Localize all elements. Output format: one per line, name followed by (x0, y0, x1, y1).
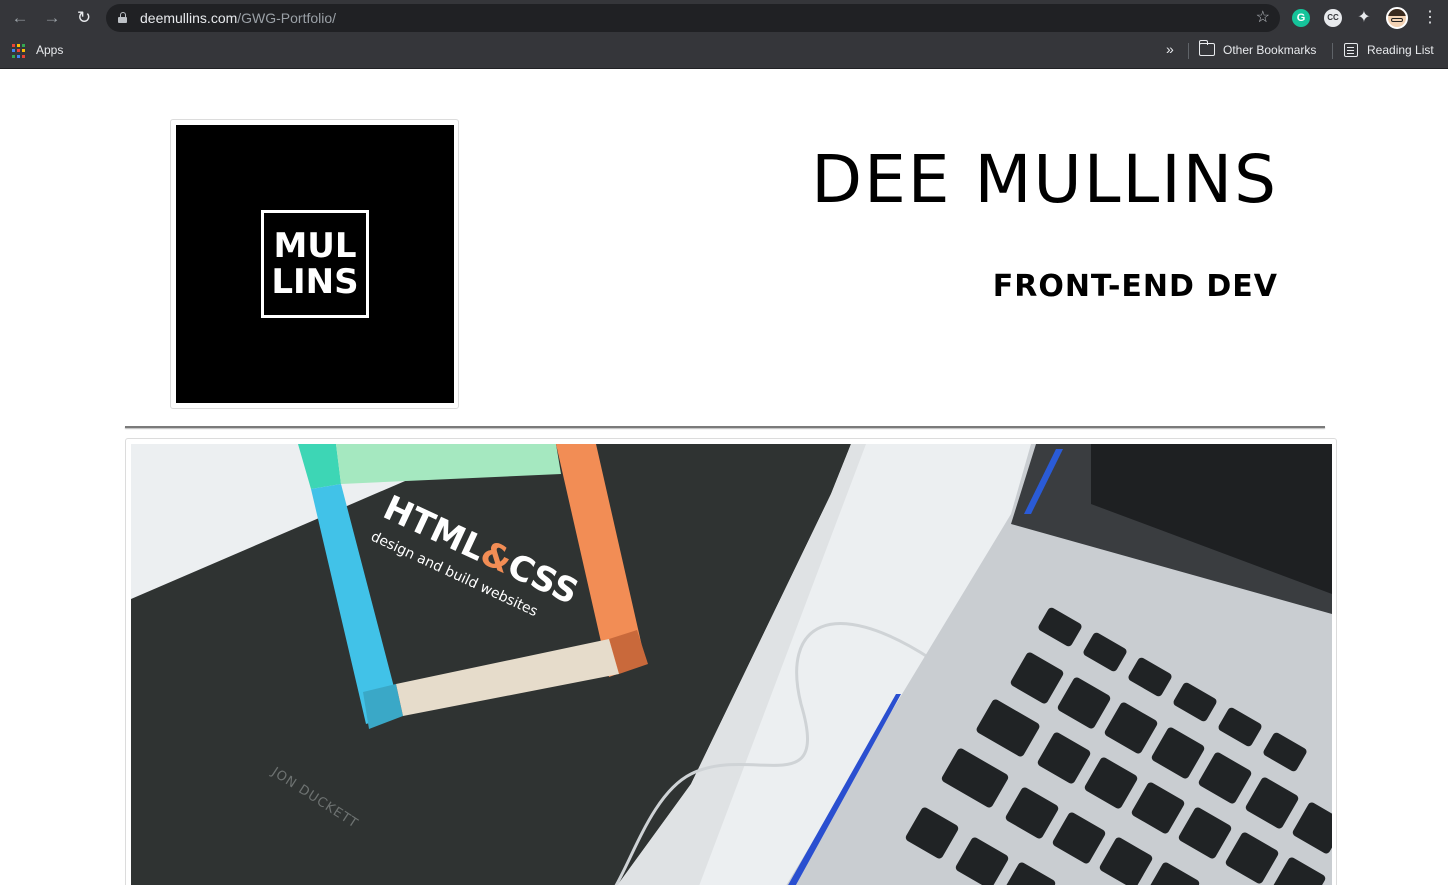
reload-icon: ↻ (76, 8, 92, 27)
bookmark-star-button[interactable]: ☆ (1256, 9, 1270, 27)
folder-icon (1198, 40, 1215, 56)
lock-icon[interactable] (118, 12, 127, 23)
bookmarks-bar: Apps » Other Bookmarks Reading List (0, 36, 1448, 69)
puzzle-icon[interactable]: ✦ (1355, 9, 1373, 27)
reading-list-link[interactable]: Reading List (1367, 43, 1434, 57)
page-title: DEE MULLINS (811, 141, 1278, 218)
logo-line-2: LINS (271, 262, 359, 302)
logo-mark: MUL LINS (261, 210, 369, 318)
avatar[interactable] (1386, 7, 1408, 29)
bookmark-divider (1188, 43, 1189, 59)
logo: MUL LINS (176, 125, 454, 403)
other-bookmarks-link[interactable]: Other Bookmarks (1223, 43, 1316, 57)
bookmark-divider (1332, 43, 1333, 59)
page-subtitle: FRONT-END DEV (992, 269, 1278, 304)
hero-image: HTML&CSS design and build websites JON D… (131, 444, 1332, 885)
reload-button[interactable]: ↻ (74, 8, 94, 28)
url-text[interactable]: deemullins.com/GWG-Portfolio/ (140, 10, 336, 26)
url-path: /GWG-Portfolio/ (237, 10, 337, 26)
url-host: deemullins.com (140, 10, 238, 26)
arrow-left-icon: ← (11, 8, 29, 27)
forward-button[interactable]: → (42, 8, 62, 28)
logo-frame: MUL LINS (170, 119, 459, 409)
apps-grid-icon[interactable] (12, 44, 26, 58)
arrow-right-icon: → (43, 8, 61, 27)
apps-bookmark[interactable]: Apps (36, 43, 63, 57)
header-divider (125, 426, 1325, 428)
chevron-double-right-icon[interactable]: » (1166, 41, 1174, 57)
hero-illustration: HTML&CSS design and build websites JON D… (131, 444, 1332, 885)
kebab-menu-icon[interactable]: ⋮ (1422, 8, 1438, 28)
logo-line-1: MUL (273, 226, 357, 266)
star-icon: ☆ (1255, 9, 1270, 26)
address-bar[interactable]: deemullins.com/GWG-Portfolio/ ☆ (106, 4, 1280, 32)
browser-toolbar: ← → ↻ deemullins.com/GWG-Portfolio/ ☆ G … (0, 0, 1448, 36)
back-button[interactable]: ← (10, 8, 30, 28)
cc-icon[interactable]: CC (1324, 9, 1342, 27)
reading-list-icon (1344, 43, 1358, 57)
grammarly-icon[interactable]: G (1292, 9, 1310, 27)
hero-image-frame: HTML&CSS design and build websites JON D… (125, 438, 1337, 885)
